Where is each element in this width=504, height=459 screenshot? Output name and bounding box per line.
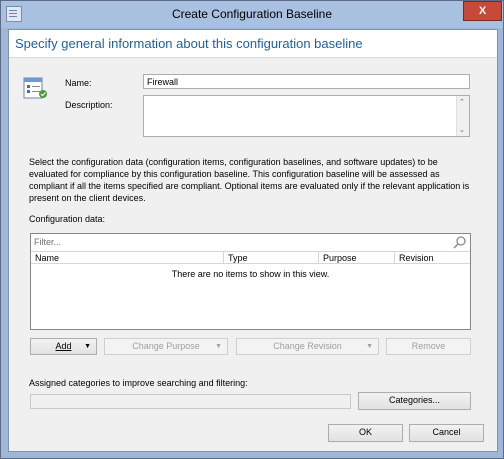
categories-button[interactable]: Categories...: [358, 392, 471, 410]
dropdown-arrow-icon: ▼: [215, 343, 222, 350]
configuration-baseline-icon: [23, 76, 49, 100]
empty-list-message: There are no items to show in this view.: [171, 269, 330, 279]
configuration-data-grid[interactable]: Filter... Name Type Purpose Revision The…: [30, 233, 471, 330]
cancel-button[interactable]: Cancel: [409, 424, 484, 442]
configuration-data-label: Configuration data:: [29, 214, 106, 224]
search-icon[interactable]: [453, 235, 467, 251]
page-header: Specify general information about this c…: [9, 30, 497, 58]
title-bar[interactable]: Create Configuration Baseline X: [1, 1, 503, 28]
scroll-up-icon[interactable]: ⌃: [459, 98, 465, 106]
close-icon: X: [478, 5, 487, 17]
dialog-body: Specify general information about this c…: [8, 29, 498, 452]
remove-button[interactable]: Remove: [386, 338, 471, 355]
column-header-name[interactable]: Name: [31, 252, 224, 264]
categories-label: Assigned categories to improve searching…: [29, 378, 248, 388]
filter-input[interactable]: Filter...: [31, 234, 470, 252]
change-revision-label: Change Revision: [273, 341, 342, 351]
name-label: Name:: [65, 78, 92, 88]
window-title: Create Configuration Baseline: [171, 7, 333, 21]
instructions-text: Select the configuration data (configura…: [29, 157, 470, 203]
page-heading: Specify general information about this c…: [15, 36, 363, 51]
column-header-revision[interactable]: Revision: [395, 252, 470, 264]
close-button[interactable]: X: [463, 1, 502, 21]
change-purpose-button[interactable]: Change Purpose ▼: [104, 338, 228, 355]
add-button[interactable]: Add ▼: [30, 338, 97, 355]
dialog-window: Create Configuration Baseline X Specify …: [0, 0, 504, 459]
description-label: Description:: [65, 100, 113, 110]
filter-placeholder: Filter...: [34, 237, 62, 247]
assigned-categories-field: [30, 394, 351, 409]
column-header-purpose[interactable]: Purpose: [319, 252, 395, 264]
dropdown-arrow-icon: ▼: [366, 343, 373, 350]
change-purpose-label: Change Purpose: [132, 341, 200, 351]
scroll-down-icon[interactable]: ⌄: [459, 126, 465, 134]
change-revision-button[interactable]: Change Revision ▼: [236, 338, 379, 355]
description-scrollbar[interactable]: ⌃ ⌄: [456, 96, 469, 136]
column-header-type[interactable]: Type: [224, 252, 319, 264]
name-field[interactable]: [143, 74, 470, 89]
add-button-label: Add: [55, 341, 72, 351]
description-field[interactable]: ⌃ ⌄: [143, 95, 470, 137]
dropdown-arrow-icon: ▼: [84, 343, 91, 350]
ok-button[interactable]: OK: [328, 424, 403, 442]
